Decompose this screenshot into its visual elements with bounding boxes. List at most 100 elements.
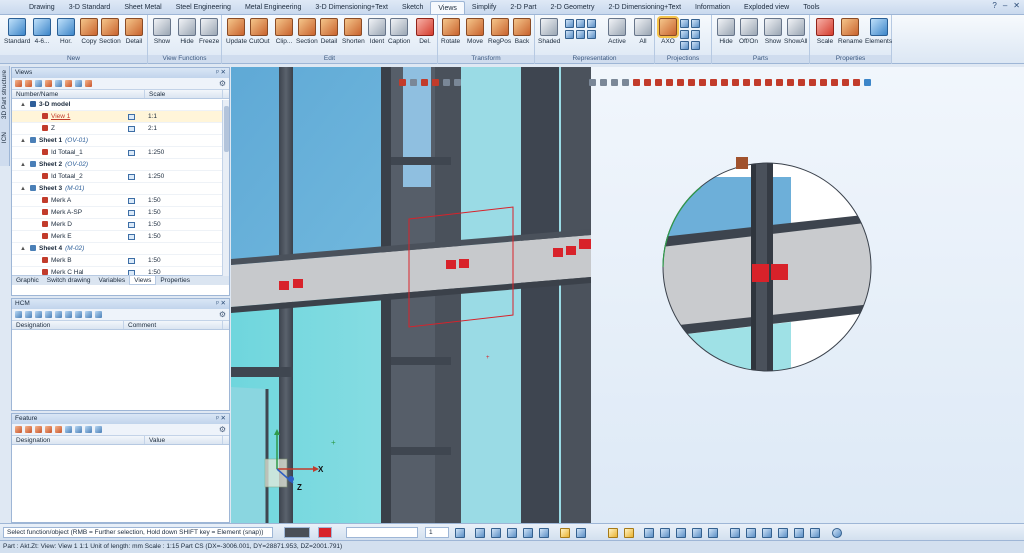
view-link-icon[interactable] xyxy=(128,150,135,156)
tool-icon[interactable] xyxy=(75,426,82,433)
tool-icon[interactable] xyxy=(15,311,22,318)
pin-icon[interactable]: ᵖ ✕ xyxy=(216,68,226,78)
pin-icon[interactable]: ᵖ ✕ xyxy=(216,414,226,424)
tool-icon[interactable] xyxy=(65,426,72,433)
help-icon[interactable]: ? xyxy=(992,1,996,10)
views-scrollbar[interactable] xyxy=(222,100,229,276)
back-button[interactable]: Back xyxy=(513,18,531,45)
standard-view-button[interactable]: Standard xyxy=(4,18,30,45)
toggle-icon[interactable] xyxy=(746,528,756,538)
gear-icon[interactable]: ⚙ xyxy=(219,79,226,88)
show-button[interactable]: Show xyxy=(153,18,171,45)
view-tool-icon[interactable] xyxy=(633,79,640,86)
view-tool-icon[interactable] xyxy=(421,79,428,86)
tree-row[interactable]: Id Totaal_1 1:250 xyxy=(12,147,229,159)
view-tool-icon[interactable] xyxy=(776,79,783,86)
panel-tab-properties[interactable]: Properties xyxy=(156,276,194,285)
view-tool-icon[interactable] xyxy=(787,79,794,86)
edit-section-button[interactable]: Section xyxy=(296,18,318,45)
view-tool-icon[interactable] xyxy=(688,79,695,86)
tree-row[interactable]: View 1 1:1 xyxy=(12,111,229,123)
view-tool-icon[interactable] xyxy=(743,79,750,86)
detail-view-button[interactable]: Detail xyxy=(125,18,143,45)
tool-icon[interactable] xyxy=(85,311,92,318)
tool-icon[interactable] xyxy=(95,426,102,433)
tool-icon[interactable] xyxy=(55,80,62,87)
show-part-button[interactable]: Show xyxy=(764,18,782,45)
column-designation[interactable]: Designation xyxy=(12,321,124,329)
active-button[interactable]: Active xyxy=(608,18,626,45)
tool-icon[interactable] xyxy=(25,311,32,318)
tree-row[interactable]: Merk B 1:50 xyxy=(12,255,229,267)
menu-tab-2-d-dimensioning-text[interactable]: 2-D Dimensioning+Text xyxy=(601,1,688,14)
tool-icon[interactable] xyxy=(45,426,52,433)
tree-row[interactable]: ▲ Sheet 4 (M-02) xyxy=(12,243,229,255)
view-link-icon[interactable] xyxy=(128,270,135,275)
3d-viewport[interactable]: X Z + + xyxy=(231,67,1024,523)
tool-icon[interactable] xyxy=(55,311,62,318)
tool-icon[interactable] xyxy=(35,426,42,433)
copy-view-button[interactable]: Copy xyxy=(80,18,98,45)
scale-button[interactable]: Scale xyxy=(816,18,834,45)
tree-row[interactable]: ▲ Sheet 3 (M-01) xyxy=(12,183,229,195)
column-designation[interactable]: Designation xyxy=(12,436,145,444)
view-tool-icon[interactable] xyxy=(644,79,651,86)
tool-icon[interactable] xyxy=(15,426,22,433)
horizontal-view-button[interactable]: Hor. xyxy=(57,18,75,45)
grid-icon[interactable] xyxy=(491,528,501,538)
view-tool-icon[interactable] xyxy=(454,79,461,86)
rotate-button[interactable]: Rotate xyxy=(441,18,460,45)
ident-button[interactable]: Ident xyxy=(368,18,386,45)
tree-row[interactable]: ▲ Sheet 2 (OV-02) xyxy=(12,159,229,171)
tool-icon[interactable] xyxy=(55,426,62,433)
tree-row[interactable]: Merk E 1:50 xyxy=(12,231,229,243)
filter-icon[interactable] xyxy=(864,79,871,86)
menu-tab-2-d-part[interactable]: 2-D Part xyxy=(503,1,543,14)
tool-icon[interactable] xyxy=(75,80,82,87)
toggle-icon[interactable] xyxy=(676,528,686,538)
tool-icon[interactable] xyxy=(85,426,92,433)
menu-tab-information[interactable]: Information xyxy=(688,1,737,14)
panel-tab-switch-drawing[interactable]: Switch drawing xyxy=(43,276,95,285)
menu-tab-2-d-geometry[interactable]: 2-D Geometry xyxy=(543,1,601,14)
view-tool-icon[interactable] xyxy=(699,79,706,86)
delete-view-button[interactable]: Del. xyxy=(416,18,434,45)
section-view-button[interactable]: Section xyxy=(99,18,121,45)
view-tool-icon[interactable] xyxy=(399,79,406,86)
view-tool-icon[interactable] xyxy=(842,79,849,86)
view-mode-icon[interactable] xyxy=(624,528,634,538)
freeze-button[interactable]: Freeze xyxy=(199,18,219,45)
toggle-icon[interactable] xyxy=(778,528,788,538)
color-wheel-icon[interactable] xyxy=(523,528,533,538)
column-scale[interactable]: Scale xyxy=(145,90,223,98)
all-button[interactable]: All xyxy=(634,18,652,45)
tree-row[interactable]: Z 2:1 xyxy=(12,123,229,135)
render-mode-icons[interactable] xyxy=(565,19,596,39)
view-tool-icon[interactable] xyxy=(432,79,439,86)
menu-tab-sketch[interactable]: Sketch xyxy=(395,1,430,14)
toggle-icon[interactable] xyxy=(644,528,654,538)
expand-toggle-icon[interactable]: ▲ xyxy=(20,159,26,171)
regpos-button[interactable]: RegPos xyxy=(488,18,511,45)
toggle-icon[interactable] xyxy=(810,528,820,538)
view-tool-icon[interactable] xyxy=(820,79,827,86)
view-tool-icon[interactable] xyxy=(831,79,838,86)
menu-tab-simplify[interactable]: Simplify xyxy=(465,1,504,14)
view-tool-icon[interactable] xyxy=(798,79,805,86)
shorten-button[interactable]: Shorten xyxy=(342,18,365,45)
tool-icon[interactable] xyxy=(15,80,22,87)
view-tool-icon[interactable] xyxy=(655,79,662,86)
tool-icon[interactable] xyxy=(35,80,42,87)
pen-icon[interactable] xyxy=(455,528,465,538)
view-link-icon[interactable] xyxy=(128,198,135,204)
view-mode-icon[interactable] xyxy=(608,528,618,538)
expand-toggle-icon[interactable]: ▲ xyxy=(20,243,26,255)
toggle-icon[interactable] xyxy=(692,528,702,538)
tool-icon[interactable] xyxy=(75,311,82,318)
tree-row[interactable]: Id Totaal_2 1:250 xyxy=(12,171,229,183)
view-tool-icon[interactable] xyxy=(611,79,618,86)
off-on-button[interactable]: Off/On xyxy=(739,18,758,45)
pin-icon[interactable]: ᵖ ✕ xyxy=(216,299,226,309)
view-link-icon[interactable] xyxy=(128,222,135,228)
hide-button[interactable]: Hide xyxy=(178,18,196,45)
